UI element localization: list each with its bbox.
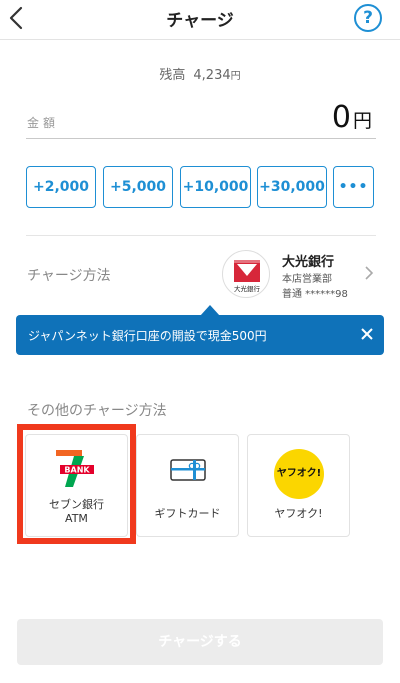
add-5000-button[interactable]: +5,000 <box>103 166 173 208</box>
charge-button[interactable]: チャージする <box>17 619 383 665</box>
bank-account: 普通 ******98 <box>282 289 348 300</box>
bank-name: 大光銀行 <box>282 255 335 270</box>
bank-logo-caption: 大光銀行 <box>234 284 261 293</box>
balance-unit: 円 <box>230 71 241 82</box>
yahuoku-logo-icon: ヤフオク! <box>274 449 324 499</box>
yahuoku-label: ヤフオク! <box>274 507 323 520</box>
gift-card-card[interactable]: ギフトカード <box>136 434 239 537</box>
bank-branch: 本店営業部 <box>282 274 332 285</box>
chevron-right-icon[interactable] <box>364 266 374 280</box>
bank-logo-icon: 大光銀行 <box>234 260 261 293</box>
page-title: チャージ <box>166 11 234 31</box>
close-icon[interactable] <box>360 327 374 341</box>
other-methods-label: その他のチャージ方法 <box>27 403 167 419</box>
top-bar: チャージ ? <box>0 0 400 40</box>
divider <box>26 235 376 236</box>
add-30000-button[interactable]: +30,000 <box>257 166 327 208</box>
highlight-frame <box>17 424 136 544</box>
gift-card-icon <box>170 459 206 481</box>
amount-input[interactable]: 0円 <box>332 100 372 135</box>
charge-method-label: チャージ方法 <box>27 268 111 284</box>
promo-banner[interactable]: ジャパンネット銀行口座の開設で現金500円 <box>16 315 384 355</box>
yahuoku-card[interactable]: ヤフオク! ヤフオク! <box>247 434 350 537</box>
balance-label: 残高 <box>159 68 186 83</box>
bank-logo[interactable]: 大光銀行 <box>222 250 270 298</box>
amount-unit: 円 <box>352 110 372 132</box>
amount-label: 金額 <box>27 116 60 130</box>
amount-underline <box>26 138 376 139</box>
amount-value: 0 <box>331 100 351 135</box>
add-2000-button[interactable]: +2,000 <box>26 166 96 208</box>
add-10000-button[interactable]: +10,000 <box>180 166 251 208</box>
help-icon[interactable]: ? <box>354 4 382 32</box>
banner-text: ジャパンネット銀行口座の開設で現金500円 <box>28 329 267 343</box>
balance-display: 残高 4,234円 <box>0 64 400 83</box>
gift-card-label: ギフトカード <box>154 507 221 520</box>
more-amounts-button[interactable]: ••• <box>333 166 374 208</box>
balance-value: 4,234 <box>193 68 231 83</box>
